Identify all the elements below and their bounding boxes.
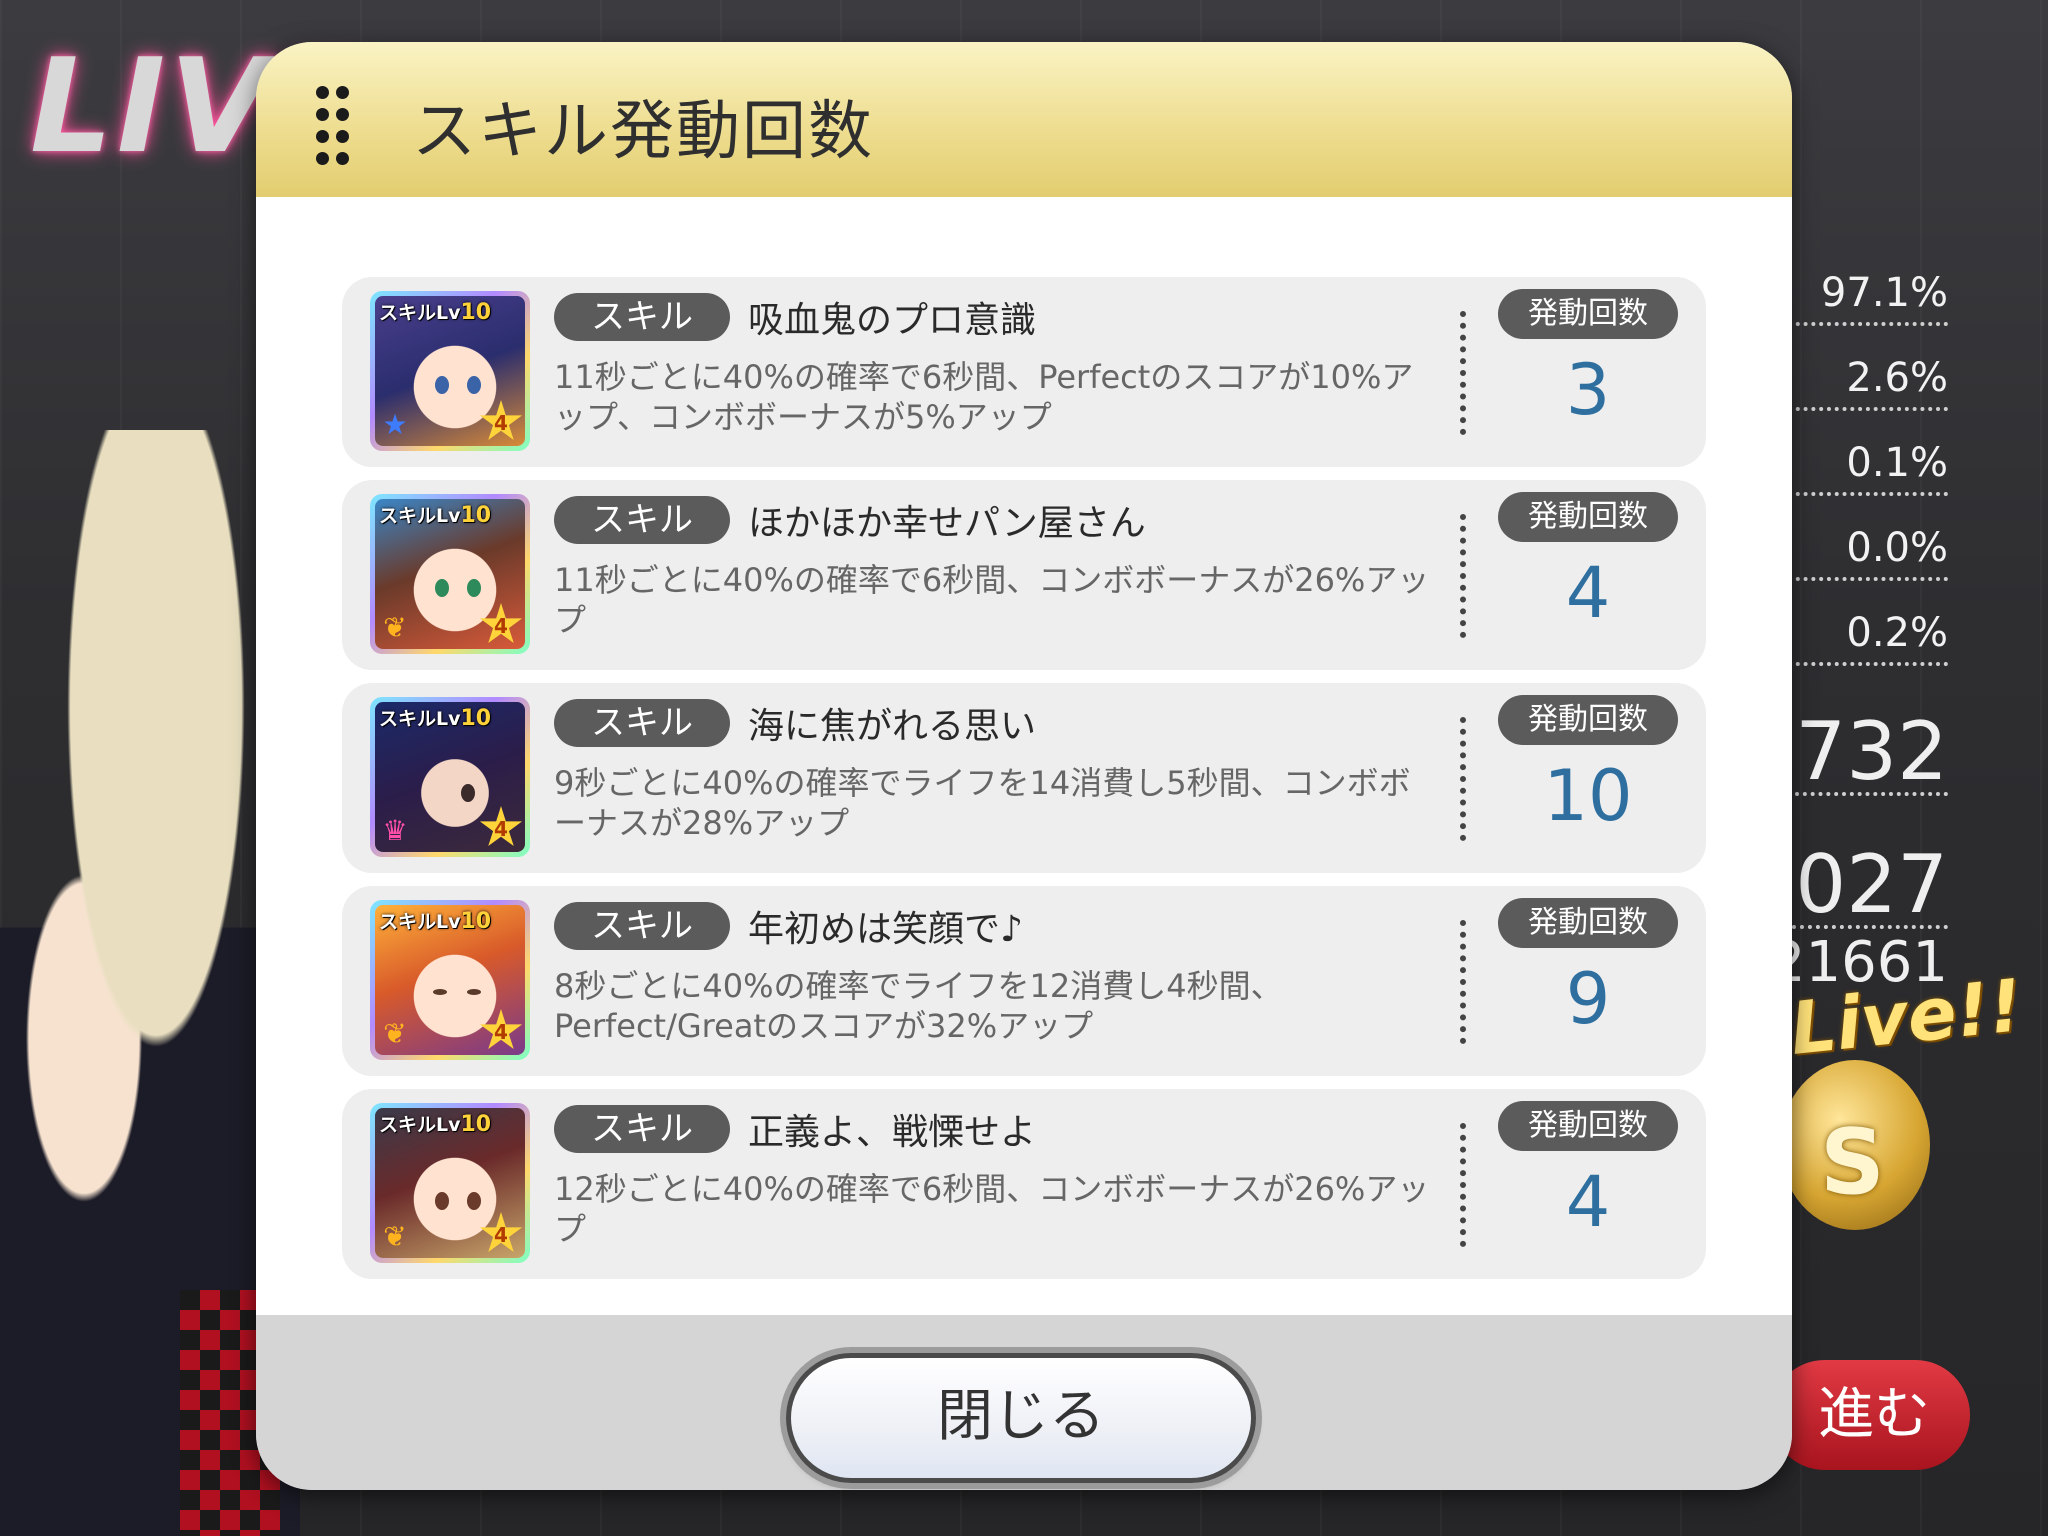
wing-icon: ❦ <box>383 1220 407 1253</box>
skill-name: 年初めは笑顔で♪ <box>748 909 1023 950</box>
skill-badge: スキル <box>554 496 730 544</box>
dotted-divider <box>1460 311 1466 435</box>
skill-description: 11秒ごとに40%の確率で6秒間、コンボボーナスが26%アップ <box>554 561 1430 639</box>
activation-count: 9 <box>1565 958 1611 1040</box>
dotted-divider <box>1460 920 1466 1044</box>
skill-description: 9秒ごとに40%の確率でライフを14消費し5秒間、コンボボーナスが28%アップ <box>554 764 1411 842</box>
activation-count: 4 <box>1565 552 1611 634</box>
card-skill-level: スキルLv10 <box>379 909 492 934</box>
combo-count: 732 <box>1795 705 1948 798</box>
bad-rate: 0.0% <box>1788 525 1948 581</box>
miss-rate: 0.2% <box>1788 610 1948 666</box>
crown-icon: ♛ <box>382 814 408 847</box>
card-skill-level: スキルLv10 <box>379 503 492 528</box>
skill-badge: スキル <box>554 902 730 950</box>
skill-badge: スキル <box>554 1105 730 1153</box>
skill-list: スキルLv10 ★ 4 スキル 吸血鬼のプロ意識 11秒ごとに40%の確率で6秒… <box>256 197 1792 1315</box>
activation-count: 10 <box>1543 755 1633 837</box>
activation-count: 4 <box>1565 1161 1611 1243</box>
idol-card-thumbnail[interactable]: スキルLv10 ♛ 4 <box>370 697 530 857</box>
perfect-rate: 97.1% <box>1788 270 1948 326</box>
skill-row: スキルLv10 ★ 4 スキル 吸血鬼のプロ意識 11秒ごとに40%の確率で6秒… <box>342 277 1706 467</box>
great-rate: 2.6% <box>1788 355 1948 411</box>
idol-card-thumbnail[interactable]: スキルLv10 ★ 4 <box>370 291 530 451</box>
skill-description: 11秒ごとに40%の確率で6秒間、Perfectのスコアが10%アップ、コンボボ… <box>554 358 1414 436</box>
skill-name: 海に焦がれる思い <box>748 706 1037 747</box>
activation-count-label: 発動回数 <box>1498 695 1678 745</box>
skill-row: スキルLv10 ❦ 4 スキル 年初めは笑顔で♪ 8秒ごとに40%の確率でライフ… <box>342 886 1706 1076</box>
card-skill-level: スキルLv10 <box>379 1112 492 1137</box>
skill-row: スキルLv10 ❦ 4 スキル ほかほか幸せパン屋さん 11秒ごとに40%の確率… <box>342 480 1706 670</box>
skill-name: ほかほか幸せパン屋さん <box>748 503 1146 544</box>
skill-row: スキルLv10 ♛ 4 スキル 海に焦がれる思い 9秒ごとに40%の確率でライフ… <box>342 683 1706 873</box>
next-button[interactable]: 進む <box>1770 1360 1970 1470</box>
skill-activation-dialog: スキル発動回数 スキルLv10 ★ 4 スキル 吸血鬼のプロ意識 11秒ごとに4… <box>256 42 1792 1490</box>
card-skill-level: スキルLv10 <box>379 300 492 325</box>
skill-description: 12秒ごとに40%の確率で6秒間、コンボボーナスが26%アップ <box>554 1170 1430 1248</box>
idol-card-thumbnail[interactable]: スキルLv10 ❦ 4 <box>370 900 530 1060</box>
dotted-divider <box>1460 1123 1466 1247</box>
activation-count-label: 発動回数 <box>1498 289 1678 339</box>
skill-badge: スキル <box>554 699 730 747</box>
idol-card-thumbnail[interactable]: スキルLv10 ❦ 4 <box>370 1103 530 1263</box>
idol-card-thumbnail[interactable]: スキルLv10 ❦ 4 <box>370 494 530 654</box>
wing-icon: ❦ <box>383 1017 407 1050</box>
drag-handle-icon <box>316 86 352 166</box>
activation-count-label: 発動回数 <box>1498 1101 1678 1151</box>
skill-description: 8秒ごとに40%の確率でライフを12消費し4秒間、Perfect/Greatのス… <box>554 967 1283 1045</box>
activation-count: 3 <box>1565 349 1611 431</box>
dialog-footer: 閉じる <box>256 1315 1792 1490</box>
activation-count-label: 発動回数 <box>1498 492 1678 542</box>
close-button[interactable]: 閉じる <box>786 1353 1256 1483</box>
rank-letter: S <box>1820 1110 1885 1215</box>
wing-icon: ❦ <box>383 611 407 644</box>
dialog-header: スキル発動回数 <box>256 42 1792 197</box>
skill-name: 正義よ、戦慄せよ <box>748 1112 1037 1153</box>
card-skill-level: スキルLv10 <box>379 706 492 731</box>
dialog-title: スキル発動回数 <box>412 95 874 169</box>
nice-rate: 0.1% <box>1788 440 1948 496</box>
dotted-divider <box>1460 717 1466 841</box>
skill-row: スキルLv10 ❦ 4 スキル 正義よ、戦慄せよ 12秒ごとに40%の確率で6秒… <box>342 1089 1706 1279</box>
fes-star-icon: ★ <box>382 408 408 441</box>
activation-count-label: 発動回数 <box>1498 898 1678 948</box>
skill-name: 吸血鬼のプロ意識 <box>748 300 1037 341</box>
dotted-divider <box>1460 514 1466 638</box>
skill-badge: スキル <box>554 293 730 341</box>
